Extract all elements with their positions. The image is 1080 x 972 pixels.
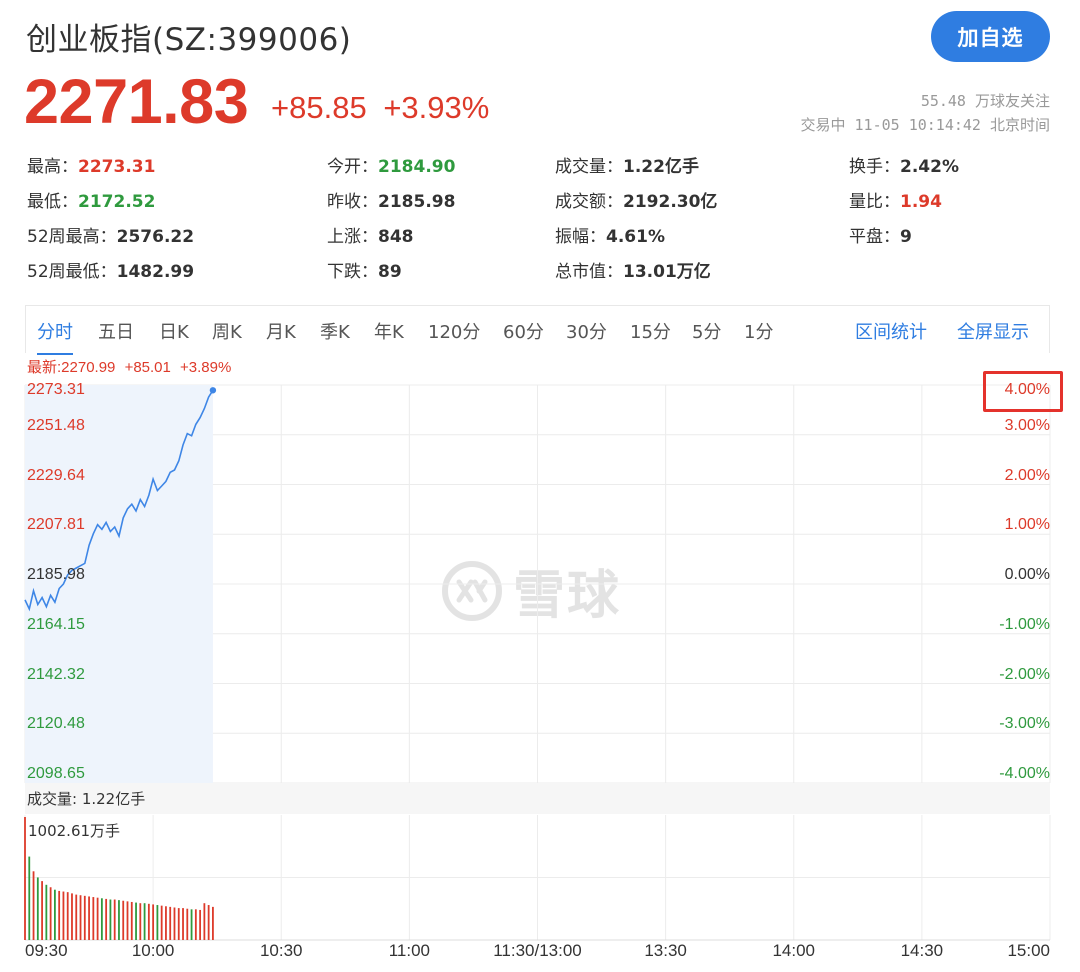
volume-bar xyxy=(152,904,155,940)
volume-bar xyxy=(190,909,193,940)
y-tick-left: 2142.32 xyxy=(27,665,85,683)
price-last-point xyxy=(209,387,217,394)
volume-bar xyxy=(113,899,116,940)
x-tick: 10:30 xyxy=(259,941,303,960)
volume-bar xyxy=(49,887,52,940)
volume-bar xyxy=(83,895,86,940)
volume-bar xyxy=(135,902,137,940)
volume-bar xyxy=(194,909,197,940)
y-tick-right: 1.00% xyxy=(1004,516,1050,534)
volume-bar xyxy=(203,903,206,940)
volume-bar xyxy=(32,871,35,940)
volume-bar xyxy=(122,900,125,940)
volume-bar xyxy=(177,908,180,940)
volume-bar xyxy=(100,898,103,940)
volume-bar xyxy=(207,905,210,940)
volume-bar xyxy=(160,905,163,940)
volume-bar xyxy=(45,884,48,940)
x-tick: 10:00 xyxy=(131,941,175,960)
y-tick-right: -4.00% xyxy=(999,765,1050,782)
y-tick-left: 2098.65 xyxy=(27,765,85,782)
volume-bar xyxy=(41,881,43,940)
volume-bar xyxy=(53,889,56,940)
volume-bar xyxy=(28,856,31,940)
volume-bar xyxy=(169,906,172,940)
volume-bar xyxy=(24,817,26,940)
volume-bar xyxy=(147,903,150,940)
y-tick-left: 2229.64 xyxy=(27,466,85,484)
volume-bar xyxy=(212,906,214,940)
volume-bar xyxy=(118,900,120,940)
y-tick-right: -2.00% xyxy=(999,665,1050,683)
volume-bar xyxy=(79,895,82,940)
y-tick-left: 2185.98 xyxy=(27,566,85,583)
volume-bar xyxy=(88,896,90,940)
volume-bar xyxy=(66,892,69,940)
x-tick: 14:00 xyxy=(772,941,816,960)
volume-bar xyxy=(130,901,133,940)
y-tick-right: -3.00% xyxy=(999,715,1050,733)
x-tick: 15:00 xyxy=(1007,941,1050,960)
x-tick: 14:30 xyxy=(900,941,944,960)
volume-bar xyxy=(58,890,61,940)
x-tick: 11:30/13:00 xyxy=(493,941,582,960)
x-tick: 09:30 xyxy=(25,941,68,960)
volume-bar xyxy=(62,891,65,940)
volume-bar xyxy=(156,905,159,940)
y-tick-left: 2164.15 xyxy=(27,615,85,633)
volume-bar xyxy=(71,893,73,940)
intraday-chart xyxy=(24,384,1051,941)
y-tick-left: 2273.31 xyxy=(27,381,85,398)
volume-bar xyxy=(143,903,146,940)
x-tick: 13:30 xyxy=(644,941,687,960)
volume-bar xyxy=(165,906,167,940)
volume-bar xyxy=(139,903,142,940)
volume-bar xyxy=(92,897,95,940)
volume-bar xyxy=(126,901,129,940)
volume-bar xyxy=(186,908,189,940)
y-tick-right: 0.00% xyxy=(1004,566,1050,583)
volume-bar xyxy=(96,897,99,940)
y-tick-left: 2120.48 xyxy=(27,715,85,733)
highlight-box xyxy=(983,371,1063,412)
y-tick-right: 3.00% xyxy=(1004,416,1050,434)
volume-max-label: 1002.61万手 xyxy=(28,822,121,840)
volume-bar xyxy=(173,907,176,940)
volume-bar xyxy=(199,909,202,940)
volume-title: 成交量: 1.22亿手 xyxy=(27,790,146,808)
volume-bar xyxy=(182,908,184,940)
x-tick: 11:00 xyxy=(388,941,431,960)
volume-bar xyxy=(36,877,39,940)
volume-bar xyxy=(105,898,108,940)
volume-header-bar xyxy=(25,784,1050,814)
y-tick-right: -1.00% xyxy=(999,615,1050,633)
y-tick-left: 2207.81 xyxy=(27,516,85,534)
y-tick-right: 2.00% xyxy=(1004,466,1050,484)
volume-bar xyxy=(75,894,78,940)
volume-bar xyxy=(109,899,112,940)
y-tick-left: 2251.48 xyxy=(27,416,85,434)
